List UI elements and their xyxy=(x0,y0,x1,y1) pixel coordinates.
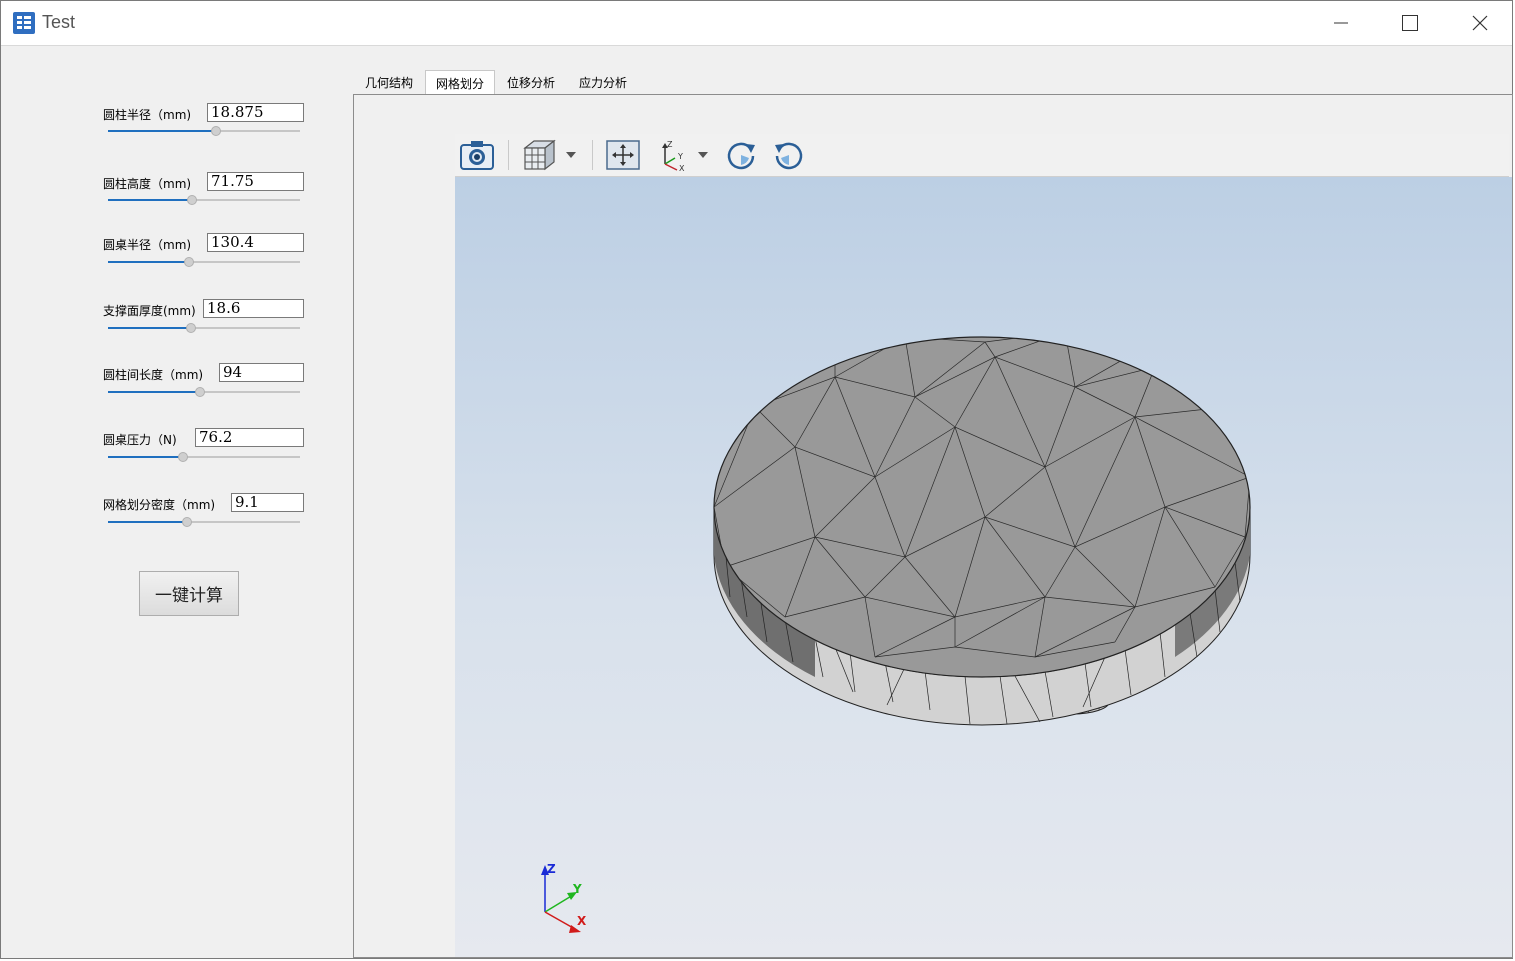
slider-handle[interactable] xyxy=(187,195,198,205)
chevron-down-icon xyxy=(566,152,576,158)
table-pressure-input[interactable]: 76.2 xyxy=(195,428,304,447)
slider-handle[interactable] xyxy=(210,126,221,136)
window-title: Test xyxy=(42,12,76,32)
slider-fill xyxy=(108,199,193,201)
view-cube-dropdown[interactable] xyxy=(563,137,579,173)
mesh-model: Z Y X xyxy=(541,336,1251,933)
app-window: Test 圆柱半径（mm) 18.875 圆柱高度（mm) 71.75 圆桌半径… xyxy=(0,0,1513,959)
viewer-toolbar: Z Y X xyxy=(455,134,1509,177)
slider-fill xyxy=(108,456,183,458)
camera-icon xyxy=(460,141,494,170)
param-label: 圆桌半径（mm) xyxy=(103,238,192,252)
axis-view-button[interactable]: Z Y X xyxy=(655,137,691,173)
axis-view-icon: Z Y X xyxy=(662,140,685,172)
param-label: 圆柱高度（mm) xyxy=(103,177,192,191)
3d-viewport[interactable]: Z Y X xyxy=(455,177,1512,957)
tab-displacement[interactable]: 位移分析 xyxy=(499,70,563,94)
slider-handle[interactable] xyxy=(177,452,188,462)
tab-meshing[interactable]: 网格划分 xyxy=(425,70,495,95)
rotate-cw-button[interactable] xyxy=(721,137,761,173)
fit-view-button[interactable] xyxy=(605,137,641,173)
rotate-ccw-icon xyxy=(775,142,803,170)
param-row: 圆柱间长度（mm) 94 xyxy=(1,360,341,410)
rotate-ccw-button[interactable] xyxy=(769,137,809,173)
table-radius-slider[interactable] xyxy=(108,257,300,269)
axis-x-label: X xyxy=(577,914,587,928)
tab-stress[interactable]: 应力分析 xyxy=(571,70,635,94)
title-bar[interactable]: Test xyxy=(1,1,1512,46)
axis-z-label: Z xyxy=(547,862,556,876)
slider-fill xyxy=(108,391,201,393)
slider-fill xyxy=(108,130,216,132)
view-cube-button[interactable] xyxy=(521,137,557,173)
param-row: 圆桌压力（N) 76.2 xyxy=(1,425,341,475)
slider-fill xyxy=(108,261,189,263)
param-row: 网格划分密度（mm) 9.1 xyxy=(1,490,341,540)
param-label: 网格划分密度（mm) xyxy=(103,498,216,512)
table-radius-input[interactable]: 130.4 xyxy=(207,233,304,252)
toolbar-separator xyxy=(592,140,593,170)
app-icon xyxy=(13,12,35,34)
maximize-button[interactable] xyxy=(1375,1,1445,45)
support-thickness-input[interactable]: 18.6 xyxy=(203,299,304,318)
rotate-cw-icon xyxy=(727,142,755,170)
param-label: 圆柱半径（mm) xyxy=(103,108,192,122)
param-row: 圆桌半径（mm) 130.4 xyxy=(1,230,341,280)
svg-text:Z: Z xyxy=(667,140,673,149)
param-row: 圆柱高度（mm) 71.75 xyxy=(1,169,341,219)
cylinder-radius-slider[interactable] xyxy=(108,126,300,138)
client-area: 圆柱半径（mm) 18.875 圆柱高度（mm) 71.75 圆桌半径（mm) … xyxy=(1,46,1513,958)
view-cube-icon xyxy=(523,139,556,171)
cylinder-height-slider[interactable] xyxy=(108,195,300,207)
chevron-down-icon xyxy=(698,152,708,158)
slider-handle[interactable] xyxy=(183,257,194,267)
mesh-density-input[interactable]: 9.1 xyxy=(231,493,304,512)
slider-handle[interactable] xyxy=(181,517,192,527)
cylinder-height-input[interactable]: 71.75 xyxy=(207,172,304,191)
minimize-icon xyxy=(1334,22,1348,24)
svg-text:Y: Y xyxy=(677,152,683,161)
param-row: 支撑面厚度(mm) 18.6 xyxy=(1,296,341,346)
close-icon xyxy=(1472,15,1488,31)
axis-y-label: Y xyxy=(572,882,582,896)
slider-fill xyxy=(108,521,187,523)
tab-geometry[interactable]: 几何结构 xyxy=(357,70,421,94)
support-thickness-slider[interactable] xyxy=(108,323,300,335)
table-pressure-slider[interactable] xyxy=(108,452,300,464)
slider-fill xyxy=(108,327,191,329)
fit-view-icon xyxy=(606,140,640,170)
param-label: 圆桌压力（N) xyxy=(103,433,177,447)
cylinder-radius-input[interactable]: 18.875 xyxy=(207,103,304,122)
minimize-button[interactable] xyxy=(1306,1,1376,45)
maximize-icon xyxy=(1402,15,1418,31)
screenshot-button[interactable] xyxy=(457,137,497,173)
param-label: 圆柱间长度（mm) xyxy=(103,368,204,382)
param-label: 支撑面厚度(mm) xyxy=(103,304,196,318)
slider-handle[interactable] xyxy=(195,387,206,397)
slider-handle[interactable] xyxy=(185,323,196,333)
calculate-button[interactable]: 一键计算 xyxy=(139,571,239,616)
close-button[interactable] xyxy=(1445,1,1515,45)
param-row: 圆柱半径（mm) 18.875 xyxy=(1,100,341,150)
mesh-density-slider[interactable] xyxy=(108,517,300,529)
cylinder-spacing-slider[interactable] xyxy=(108,387,300,399)
svg-text:X: X xyxy=(679,164,685,172)
toolbar-separator xyxy=(508,140,509,170)
axis-view-dropdown[interactable] xyxy=(695,137,711,173)
cylinder-spacing-input[interactable]: 94 xyxy=(219,363,304,382)
